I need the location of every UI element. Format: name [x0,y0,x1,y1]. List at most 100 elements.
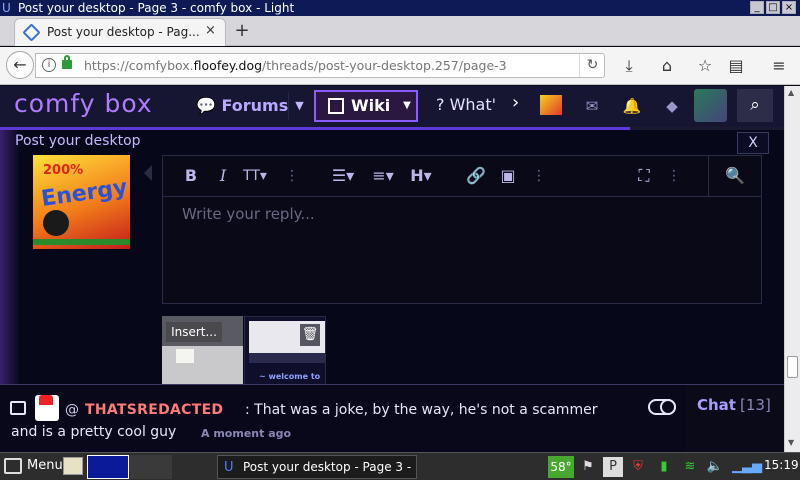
taskbar-window-button[interactable]: U Post your desktop - Page 3 - c [217,455,417,479]
basket-icon[interactable] [694,89,727,122]
preview-icon[interactable]: 🔍 [708,156,761,196]
align-button[interactable]: ≡▾ [369,166,397,186]
image-icon[interactable]: ▣ [497,166,519,186]
star-icon[interactable]: ☆ [694,56,716,76]
chat-latest-message[interactable]: @ THATSREDACTED : That was a joke, by th… [0,385,686,453]
more-view-icon[interactable]: ⋮ [667,166,681,186]
more-options-icon[interactable]: ⋮ [285,166,299,186]
chat-message-time: A moment ago [201,427,292,440]
chat-username[interactable]: THATSREDACTED [85,402,223,418]
thumb-screenshot-window [176,349,194,363]
new-tab-button[interactable]: + [232,20,252,42]
nav-wiki-label: Wiki [351,96,391,115]
database-icon[interactable]: ▮ [654,457,674,477]
insert-attachment-button[interactable]: Insert... [166,322,222,342]
os-taskbar: Menu U Post your desktop - Page 3 - c 58… [0,452,800,480]
scroll-up-icon[interactable]: ▲ [788,88,794,97]
fullscreen-icon[interactable]: ⛶ [633,166,655,186]
more-insert-icon[interactable]: ⋮ [532,166,546,186]
network-graph-icon[interactable]: ▁▃▅ [732,457,762,477]
avatar-hat [39,395,53,405]
wifi-icon[interactable]: ≋ [680,457,700,477]
nav-wiki[interactable]: Wiki ▼ [314,90,418,122]
list-icon: ☰ [331,166,347,185]
reply-editor[interactable]: B I TT▾ ⋮ ☰▾ ≡▾ H▾ 🔗 ▣ ⋮ ⛶ ⋮ 🔍 Write you… [162,155,762,304]
panel-close-button[interactable]: X [737,132,769,154]
nav-scroll-right-icon[interactable]: › [512,92,519,113]
workspace-2[interactable] [130,455,172,479]
wiki-dropdown-icon[interactable]: ▼ [398,92,416,120]
parking-icon[interactable]: P [603,457,623,477]
info-icon[interactable]: i [42,58,56,72]
nav-whats-label: What' [449,95,497,114]
heading-icon: H [410,166,424,185]
scrollbar-thumb[interactable] [787,356,798,378]
chat-user-avatar[interactable] [35,395,59,421]
navigation-bar: ← i https://comfybox.floofey.dog/threads… [0,47,800,85]
taskbar-window-title: Post your desktop - Page 3 - c [243,460,415,474]
site-logo[interactable]: comfy box [14,89,153,118]
workspace-1[interactable] [87,455,129,479]
nav-whats-new[interactable]: ? What' [436,95,500,114]
forums-icon: 💬 [196,96,222,115]
tab-close-button[interactable]: × [205,23,216,38]
clock[interactable]: 15:19 [764,458,799,472]
volume-icon[interactable]: 🔈 [705,457,725,477]
lock-icon[interactable] [62,55,72,69]
envelope-icon[interactable]: ✉ [580,94,604,118]
text-size-icon: TT [243,168,260,184]
wiki-book-icon [328,98,344,114]
page-scrollbar[interactable]: ▲ ▼ [784,86,800,452]
nav-forums[interactable]: 💬 Forums [196,96,288,115]
thumb-screenshot-part [162,346,243,386]
bold-button[interactable]: B [181,166,201,186]
poster-avatar[interactable]: 200% Energy [33,155,130,249]
menu-label: Menu [27,458,63,473]
reply-textarea-placeholder[interactable]: Write your reply... [182,205,315,223]
minimize-button[interactable]: _ [750,1,764,14]
editor-toolbar: B I TT▾ ⋮ ☰▾ ≡▾ H▾ 🔗 ▣ ⋮ ⛶ ⋮ 🔍 [163,156,761,197]
back-button[interactable]: ← [6,51,34,79]
scroll-down-icon[interactable]: ▼ [788,438,794,447]
maximize-button[interactable]: □ [766,1,780,14]
show-desktop-icon[interactable] [63,457,83,475]
chat-label[interactable]: Chat [697,396,736,414]
forums-dropdown-icon[interactable]: ▼ [288,92,310,120]
editor-pointer [144,165,152,181]
menu-icon [4,458,22,474]
weather-temperature[interactable]: 58° [548,456,574,478]
delete-attachment-icon[interactable]: 🗑 [300,324,320,346]
url-bar[interactable]: i https://comfybox.floofey.dog/threads/p… [35,53,605,78]
reader-icon[interactable]: ▤ [725,56,747,76]
home-icon[interactable]: ⌂ [656,56,678,76]
site-favicon-icon [22,23,41,42]
close-window-button[interactable]: × [782,1,796,14]
avatar-text-main: Energy [39,175,129,212]
hamburger-icon[interactable]: ≡ [768,56,790,76]
tab-title: Post your desktop - Pag... [47,25,200,39]
heading-button[interactable]: H▾ [407,166,435,186]
chat-message-line1: : That was a joke, by the way, he's not … [245,402,598,418]
list-button[interactable]: ☰▾ [329,166,357,186]
thumb-screenshot-nav [249,353,325,363]
diamond-icon[interactable]: ◆ [660,94,684,118]
text-size-button[interactable]: TT▾ [239,166,271,186]
user-avatar[interactable] [540,95,562,115]
chat-toggle-icon[interactable] [648,399,676,415]
bell-icon[interactable]: 🔔 [620,94,644,118]
chat-bubble-icon[interactable] [10,401,26,415]
italic-button[interactable]: I [213,166,233,186]
browser-tab[interactable]: Post your desktop - Pag... × [14,18,226,46]
url-text[interactable]: https://comfybox.floofey.dog/threads/pos… [84,58,507,73]
post-panel-title: Post your desktop [15,133,141,149]
reload-button[interactable]: ↻ [579,54,605,77]
chat-message-line2: and is a pretty cool guy [11,424,177,440]
search-button[interactable]: ⌕ [737,89,773,122]
link-icon[interactable]: 🔗 [465,166,487,186]
flag-icon[interactable]: ⚑ [578,457,598,477]
chat-count[interactable]: [13] [740,396,771,414]
chat-bar: @ THATSREDACTED : That was a joke, by th… [0,384,784,453]
download-icon[interactable]: ⤓ [618,56,640,76]
shield-icon[interactable]: ⛨ [628,457,648,477]
question-icon: ? [436,95,450,114]
